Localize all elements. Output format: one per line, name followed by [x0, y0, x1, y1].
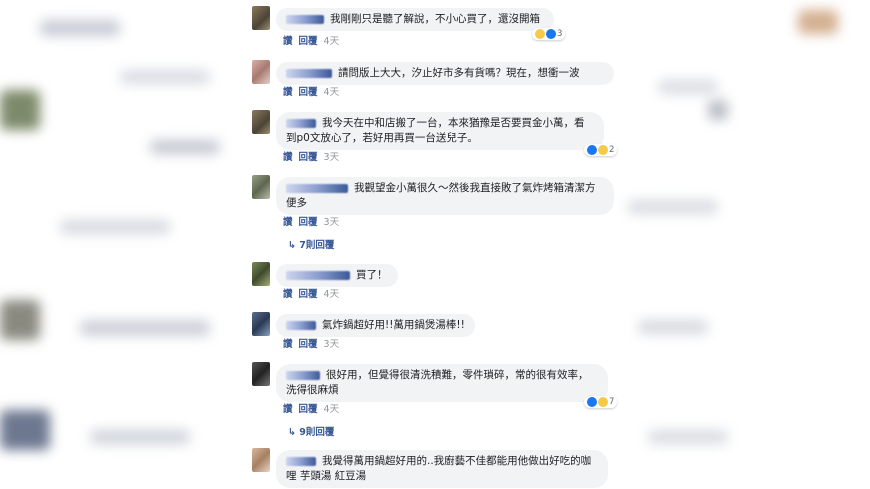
blurred-username[interactable] — [286, 68, 332, 78]
comment-actions: 讚回覆 3天 — [283, 339, 345, 351]
like-icon — [587, 144, 597, 155]
like-link[interactable]: 讚 — [283, 404, 293, 415]
like-link[interactable]: 讚 — [283, 152, 293, 163]
avatar[interactable] — [252, 6, 270, 30]
haha-icon — [598, 144, 608, 155]
view-replies-link[interactable]: ↳ 7則回覆 — [288, 240, 334, 252]
blurred-background-right — [618, 0, 870, 489]
comment-bubble: 我覺得萬用鍋超好用的..我廚藝不佳都能用他做出好吃的咖哩 芋頭湯 紅豆湯 — [276, 450, 608, 488]
comment-bubble: 我今天在中和店搬了一台，本來猶豫是否要買金小萬，看到p0文放心了，若好用再買一台… — [276, 112, 604, 150]
reaction-badge[interactable]: 3 — [532, 28, 566, 40]
blurred-username[interactable] — [286, 118, 316, 128]
comment-time[interactable]: 3天 — [324, 339, 340, 350]
reply-link[interactable]: 回覆 — [299, 404, 318, 415]
comment-actions: 讚回覆 4天 — [283, 289, 345, 301]
comment-bubble: 很好用，但覺得很清洗積難，零件瑣碎，常的很有效率，洗得很麻煩 — [276, 364, 608, 402]
view-replies-link[interactable]: ↳ 9則回覆 — [288, 427, 334, 439]
comment-bubble: 買了！ — [276, 264, 398, 287]
reaction-count: 7 — [609, 397, 615, 407]
avatar[interactable] — [252, 362, 270, 386]
avatar[interactable] — [252, 262, 270, 286]
blurred-username[interactable] — [286, 183, 348, 193]
comment-text: 我今天在中和店搬了一台，本來猶豫是否要買金小萬，看到p0文放心了，若好用再買一台… — [286, 117, 585, 144]
comment-actions: 讚回覆 4天 — [283, 404, 345, 416]
like-link[interactable]: 讚 — [283, 217, 293, 228]
comment-actions: 讚回覆 3天 — [283, 152, 345, 164]
avatar[interactable] — [252, 110, 270, 134]
comment-time[interactable]: 4天 — [324, 87, 340, 98]
blurred-username[interactable] — [286, 270, 350, 280]
reply-arrow-icon: ↳ — [288, 427, 300, 438]
comment-actions: 讚回覆 4天 — [283, 87, 345, 99]
like-icon — [587, 396, 597, 407]
comment-time[interactable]: 4天 — [324, 404, 340, 415]
reaction-count: 3 — [557, 29, 563, 39]
comment-actions: 讚回覆 4天 — [283, 36, 345, 48]
like-link[interactable]: 讚 — [283, 36, 293, 47]
reply-link[interactable]: 回覆 — [299, 87, 318, 98]
reaction-count: 2 — [609, 145, 615, 155]
comment-text: 很好用，但覺得很清洗積難，零件瑣碎，常的很有效率，洗得很麻煩 — [286, 369, 589, 396]
avatar[interactable] — [252, 60, 270, 84]
comment-text: 我覺得萬用鍋超好用的..我廚藝不佳都能用他做出好吃的咖哩 芋頭湯 紅豆湯 — [286, 455, 592, 482]
like-link[interactable]: 讚 — [283, 339, 293, 350]
reply-link[interactable]: 回覆 — [299, 36, 318, 47]
avatar[interactable] — [252, 175, 270, 199]
comment-bubble: 我觀望金小萬很久～然後我直接敗了氣炸烤箱清潔方便多 — [276, 177, 614, 215]
comment-time[interactable]: 3天 — [324, 152, 340, 163]
replies-count: 7則回覆 — [299, 240, 335, 251]
reply-link[interactable]: 回覆 — [299, 217, 318, 228]
blurred-username[interactable] — [286, 456, 316, 466]
comment-bubble: 我剛剛只是聽了解說，不小心買了，還沒開箱 — [276, 8, 554, 31]
like-link[interactable]: 讚 — [283, 87, 293, 98]
comment-text: 氣炸鍋超好用!!萬用鍋煲湯棒!! — [322, 319, 465, 331]
reaction-badge[interactable]: 7 — [584, 396, 618, 408]
blurred-username[interactable] — [286, 320, 316, 330]
reply-link[interactable]: 回覆 — [299, 339, 318, 350]
blurred-username[interactable] — [286, 14, 324, 24]
replies-count: 9則回覆 — [299, 427, 335, 438]
comment-text: 請問版上大大，汐止好市多有貨嗎？現在，想衝一波 — [338, 67, 580, 79]
blurred-background-left — [0, 0, 250, 489]
blurred-username[interactable] — [286, 370, 320, 380]
reply-link[interactable]: 回覆 — [299, 152, 318, 163]
comment-bubble: 請問版上大大，汐止好市多有貨嗎？現在，想衝一波 — [276, 62, 614, 85]
reply-link[interactable]: 回覆 — [299, 289, 318, 300]
comment-bubble: 氣炸鍋超好用!!萬用鍋煲湯棒!! — [276, 314, 475, 337]
like-link[interactable]: 讚 — [283, 289, 293, 300]
comment-time[interactable]: 3天 — [324, 217, 340, 228]
haha-icon — [535, 28, 545, 39]
avatar[interactable] — [252, 312, 270, 336]
comment-time[interactable]: 4天 — [324, 36, 340, 47]
comment-text: 我剛剛只是聽了解說，不小心買了，還沒開箱 — [330, 13, 540, 25]
reply-arrow-icon: ↳ — [288, 240, 300, 251]
like-icon — [546, 28, 556, 39]
haha-icon — [598, 396, 608, 407]
reaction-badge[interactable]: 2 — [584, 144, 618, 156]
comment-text: 買了！ — [356, 269, 388, 281]
comment-thread: 我剛剛只是聽了解說，不小心買了，還沒開箱 3 讚回覆 4天 請問版上大大，汐止好市… — [250, 0, 618, 489]
comment-actions: 讚回覆 3天 — [283, 217, 345, 229]
comment-time[interactable]: 4天 — [324, 289, 340, 300]
avatar[interactable] — [252, 448, 270, 472]
